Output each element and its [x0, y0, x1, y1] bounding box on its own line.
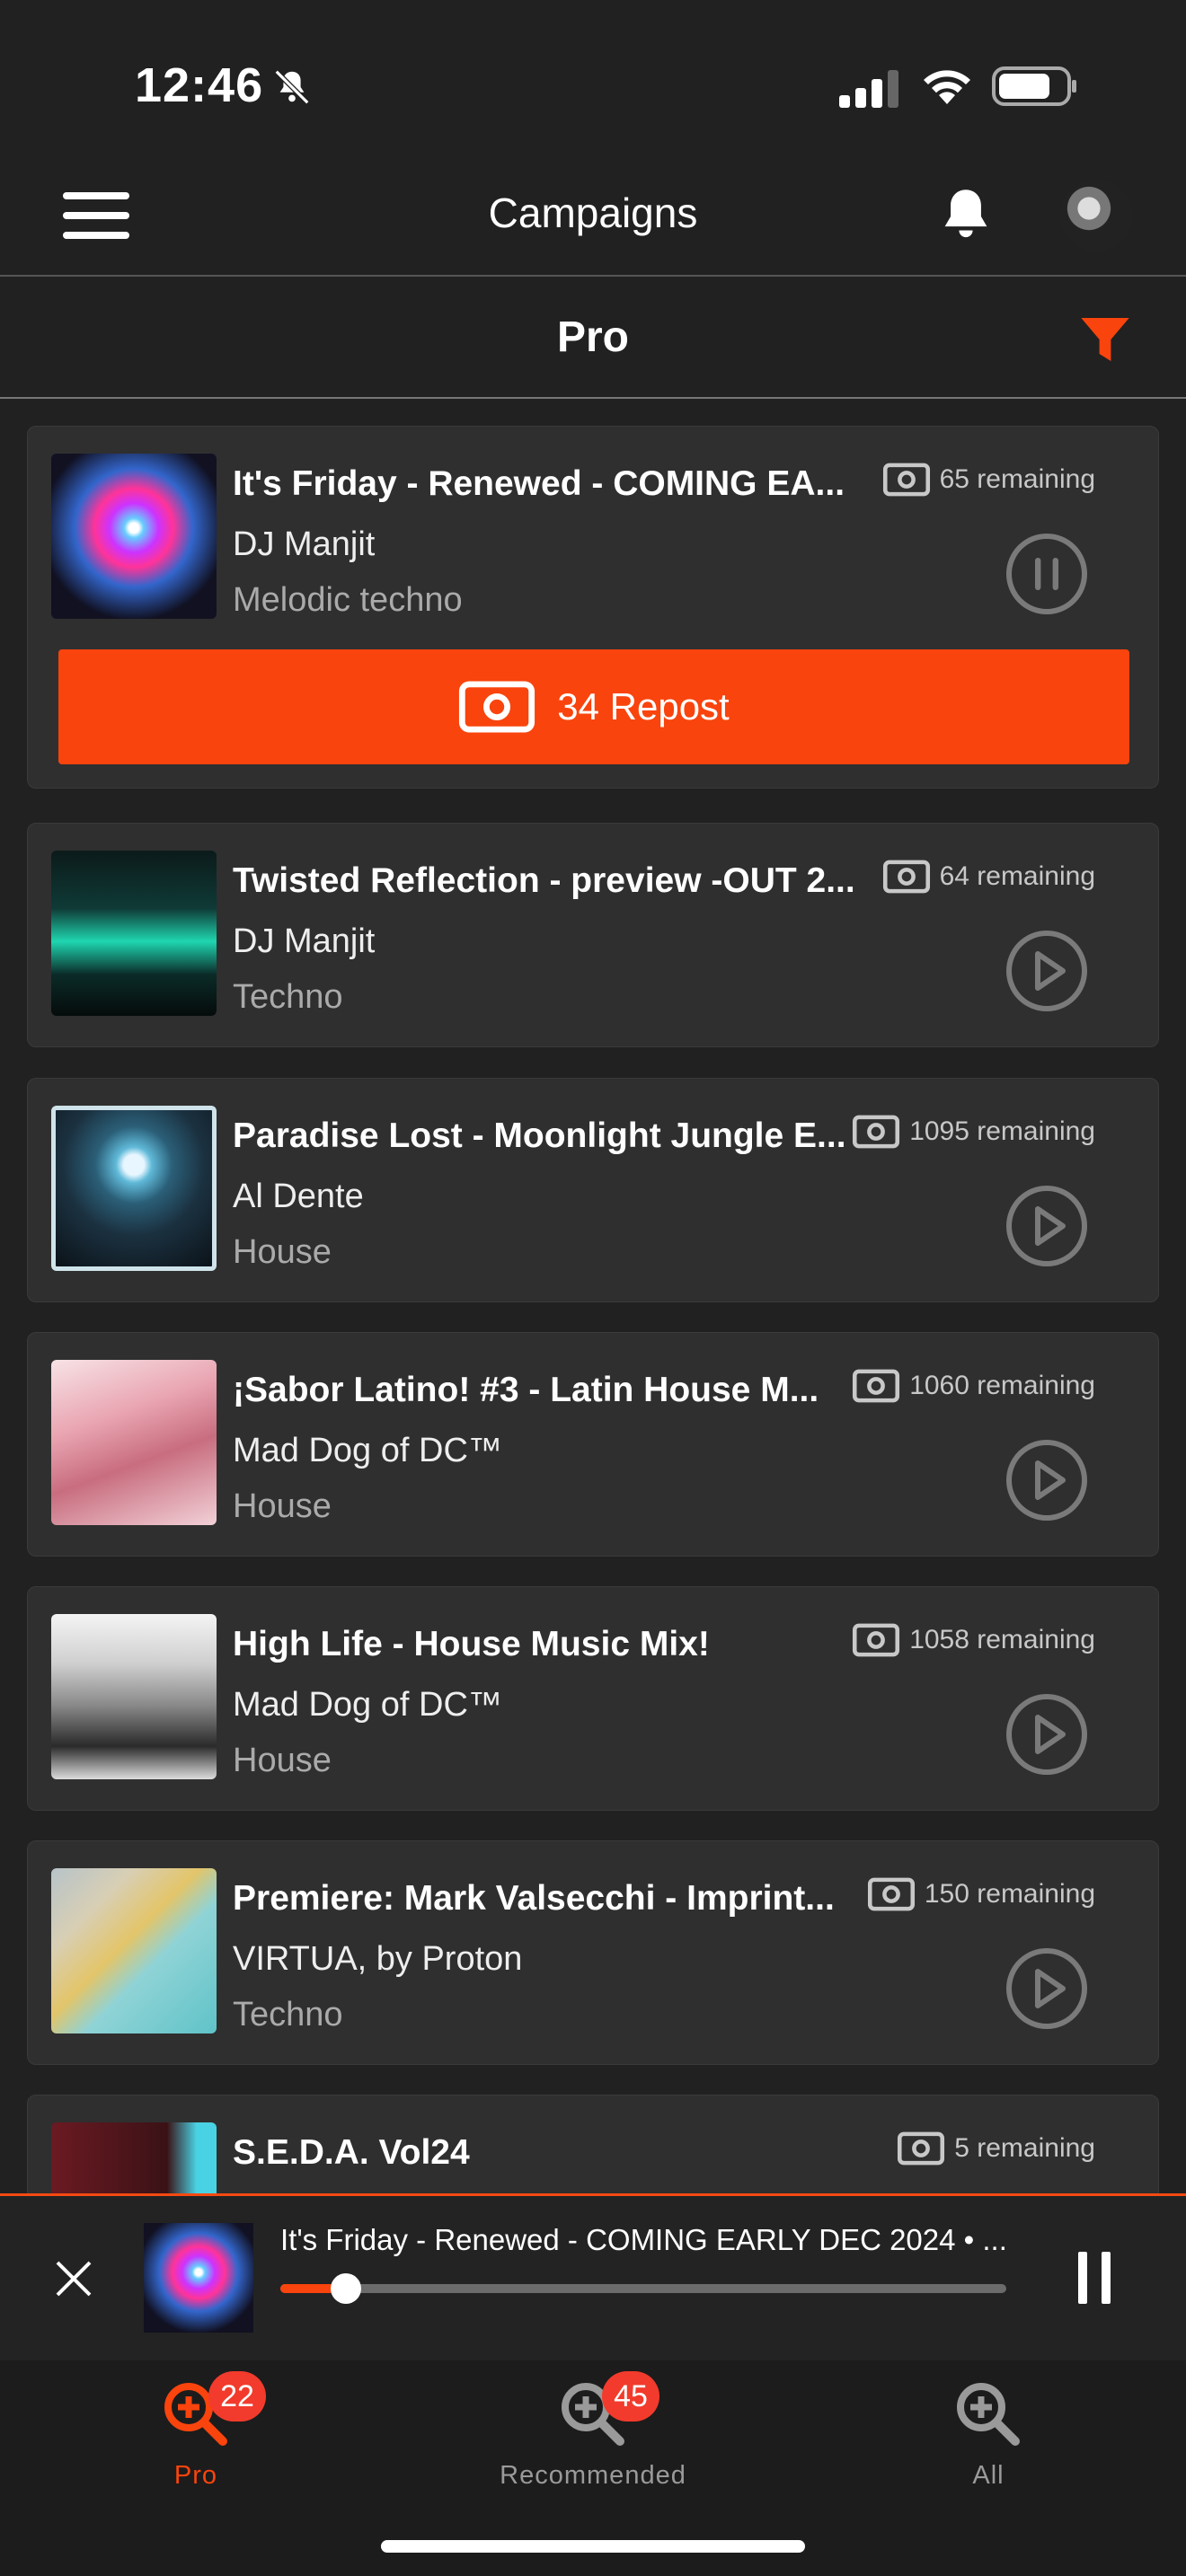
- close-icon[interactable]: [52, 2257, 95, 2300]
- remaining-label: 65 remaining: [939, 464, 1095, 494]
- campaign-card[interactable]: Premiere: Mark Valsecchi - Imprint... VI…: [27, 1840, 1159, 2065]
- campaign-card[interactable]: Twisted Reflection - preview -OUT 2... D…: [27, 823, 1159, 1047]
- track-genre: Techno: [233, 978, 343, 1016]
- status-time: 12:46: [135, 58, 264, 112]
- track-title: Premiere: Mark Valsecchi - Imprint...: [233, 1879, 835, 1918]
- campaign-card[interactable]: S.E.D.A. Vol24 5 remaining: [27, 2095, 1159, 2195]
- page-title: Campaigns: [488, 190, 698, 236]
- play-circle-icon[interactable]: [1005, 930, 1088, 1012]
- remaining-count: 1058 remaining: [852, 1623, 1095, 1657]
- bottom-tab-bar: 22 Pro 45 Recommended All: [0, 2360, 1186, 2576]
- remaining-label: 1060 remaining: [909, 1371, 1095, 1400]
- tab-recommended[interactable]: 45 Recommended: [458, 2360, 728, 2504]
- pause-circle-icon[interactable]: [1005, 533, 1088, 615]
- campaign-card[interactable]: High Life - House Music Mix! Mad Dog of …: [27, 1586, 1159, 1811]
- remaining-count: 65 remaining: [882, 463, 1095, 497]
- progress-slider[interactable]: [280, 2273, 1006, 2304]
- pause-icon[interactable]: [1075, 2250, 1114, 2306]
- campaign-card[interactable]: It's Friday - Renewed - COMING EA... DJ …: [27, 426, 1159, 789]
- badge-count: 22: [208, 2371, 266, 2422]
- tab-label: All: [972, 2461, 1005, 2490]
- badge-count: 45: [602, 2371, 659, 2422]
- player-cover-art: [144, 2223, 253, 2333]
- ticket-icon: [853, 1115, 900, 1149]
- track-genre: House: [233, 1742, 332, 1779]
- remaining-count: 64 remaining: [882, 860, 1095, 894]
- track-genre: Melodic techno: [233, 581, 463, 619]
- remaining-count: 5 remaining: [897, 2131, 1095, 2166]
- play-circle-icon[interactable]: [1005, 1947, 1088, 2030]
- play-circle-icon[interactable]: [1005, 1185, 1088, 1267]
- tab-all[interactable]: All: [854, 2360, 1123, 2504]
- track-artist: Al Dente: [233, 1178, 364, 1215]
- play-circle-icon[interactable]: [1005, 1439, 1088, 1522]
- cover-art: [51, 1360, 217, 1525]
- bell-slash-icon: [274, 69, 310, 105]
- remaining-count: 150 remaining: [867, 1877, 1095, 1911]
- track-title: ¡Sabor Latino! #3 - Latin House M...: [233, 1371, 819, 1409]
- remaining-count: 1060 remaining: [852, 1369, 1095, 1403]
- track-artist: DJ Manjit: [233, 525, 376, 563]
- cover-art: [51, 851, 217, 1016]
- ticket-icon: [853, 1369, 900, 1403]
- top-nav-bar: Campaigns: [0, 171, 1186, 277]
- mini-player: It's Friday - Renewed - COMING EARLY DEC…: [0, 2193, 1186, 2360]
- track-genre: House: [233, 1487, 332, 1525]
- player-track-title: It's Friday - Renewed - COMING EARLY DEC…: [280, 2223, 1007, 2256]
- tab-label: Recommended: [500, 2461, 686, 2490]
- repost-button[interactable]: 34 Repost: [58, 649, 1129, 764]
- campaign-card[interactable]: ¡Sabor Latino! #3 - Latin House M... Mad…: [27, 1332, 1159, 1557]
- remaining-label: 1058 remaining: [909, 1625, 1095, 1654]
- tab-pro[interactable]: 22 Pro: [61, 2360, 331, 2504]
- play-circle-icon[interactable]: [1005, 1693, 1088, 1776]
- status-bar: 12:46: [0, 0, 1186, 171]
- cover-art: [51, 1868, 217, 2033]
- track-genre: House: [233, 1233, 332, 1271]
- user-avatar[interactable]: [1060, 180, 1132, 251]
- home-indicator: [381, 2540, 805, 2553]
- remaining-count: 1095 remaining: [852, 1115, 1095, 1149]
- section-title: Pro: [556, 313, 629, 361]
- repost-label: 34 Repost: [557, 685, 730, 728]
- ticket-icon: [867, 1877, 915, 1911]
- signal-icon: [839, 70, 898, 108]
- track-artist: Mad Dog of DC™: [233, 1686, 502, 1724]
- remaining-label: 64 remaining: [939, 861, 1095, 891]
- cover-art: [51, 454, 217, 619]
- track-title: Paradise Lost - Moonlight Jungle E...: [233, 1116, 846, 1155]
- ticket-icon: [459, 681, 535, 733]
- tab-label: Pro: [173, 2461, 218, 2490]
- ticket-icon: [882, 860, 930, 894]
- track-artist: VIRTUA, by Proton: [233, 1940, 523, 1978]
- track-title: It's Friday - Renewed - COMING EA...: [233, 464, 845, 503]
- progress-knob[interactable]: [330, 2273, 361, 2304]
- cover-art: [51, 1614, 217, 1779]
- track-title: Twisted Reflection - preview -OUT 2...: [233, 861, 855, 900]
- ticket-icon: [882, 463, 930, 497]
- campaign-list: It's Friday - Renewed - COMING EA... DJ …: [0, 399, 1186, 2195]
- campaign-card[interactable]: Paradise Lost - Moonlight Jungle E... Al…: [27, 1078, 1159, 1302]
- ticket-icon: [898, 2131, 945, 2166]
- notifications-bell-icon[interactable]: [934, 183, 997, 246]
- track-artist: DJ Manjit: [233, 922, 376, 960]
- track-title: High Life - House Music Mix!: [233, 1625, 710, 1663]
- filter-icon[interactable]: [1076, 311, 1134, 368]
- remaining-label: 150 remaining: [924, 1879, 1095, 1909]
- wifi-icon: [924, 70, 970, 104]
- track-artist: Mad Dog of DC™: [233, 1432, 502, 1469]
- track-genre: Techno: [233, 1996, 343, 2033]
- remaining-label: 5 remaining: [954, 2133, 1095, 2163]
- ticket-icon: [853, 1623, 900, 1657]
- cover-art: [51, 1106, 217, 1271]
- track-title: S.E.D.A. Vol24: [233, 2133, 470, 2172]
- zoom-plus-icon: [957, 2383, 1020, 2446]
- battery-icon: [992, 66, 1076, 106]
- cover-art: [51, 2122, 217, 2195]
- section-bar: Pro: [0, 278, 1186, 399]
- remaining-label: 1095 remaining: [909, 1116, 1095, 1146]
